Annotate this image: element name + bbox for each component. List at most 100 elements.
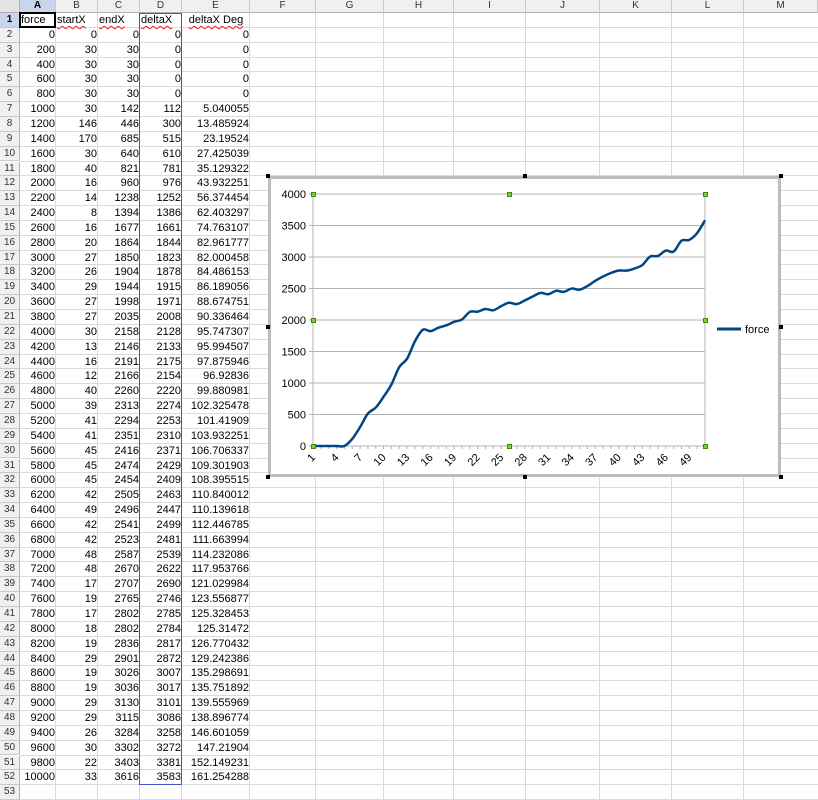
data-cell[interactable]: 3583 [140,770,182,785]
data-cell[interactable]: 6400 [20,503,56,518]
data-cell[interactable]: 30 [98,43,140,58]
row-header-8[interactable]: 8 [0,116,20,132]
data-cell[interactable]: 1844 [140,236,182,251]
row-header-34[interactable]: 34 [0,503,20,518]
plot-selection-handle[interactable] [702,443,708,449]
data-cell[interactable]: 400 [20,58,56,73]
data-cell[interactable]: 0 [140,87,182,102]
data-cell[interactable]: 126.770432 [182,637,250,652]
data-cell[interactable]: 74.763107 [182,221,250,236]
data-cell[interactable]: 19 [56,681,98,696]
row-header-45[interactable]: 45 [0,666,20,682]
data-cell[interactable]: 95.747307 [182,325,250,340]
header-cell[interactable]: force [20,13,56,28]
row-header-33[interactable]: 33 [0,488,20,504]
data-cell[interactable]: 1400 [20,132,56,147]
row-header-10[interactable]: 10 [0,146,20,162]
row-header-52[interactable]: 52 [0,770,20,786]
data-cell[interactable]: 960 [98,176,140,191]
data-cell[interactable]: 0 [182,72,250,87]
data-cell[interactable]: 147.21904 [182,741,250,756]
row-header-28[interactable]: 28 [0,413,20,429]
column-header-c[interactable]: C [98,0,140,13]
data-cell[interactable]: 2600 [20,221,56,236]
data-cell[interactable]: 30 [56,43,98,58]
plot-selection-handle[interactable] [702,317,708,323]
column-header-h[interactable]: H [384,0,454,13]
data-cell[interactable]: 27.425039 [182,147,250,162]
row-header-18[interactable]: 18 [0,265,20,281]
data-cell[interactable]: 3130 [98,696,140,711]
data-cell[interactable]: 821 [98,162,140,177]
data-cell[interactable]: 101.41909 [182,414,250,429]
data-cell[interactable]: 30 [56,87,98,102]
data-cell[interactable]: 138.896774 [182,711,250,726]
data-cell[interactable]: 1386 [140,206,182,221]
data-cell[interactable]: 1998 [98,295,140,310]
row-header-48[interactable]: 48 [0,710,20,726]
data-cell[interactable]: 2765 [98,592,140,607]
data-cell[interactable]: 142 [98,102,140,117]
data-cell[interactable]: 13.485924 [182,117,250,132]
row-header-50[interactable]: 50 [0,740,20,756]
row-header-15[interactable]: 15 [0,220,20,236]
row-header-12[interactable]: 12 [0,176,20,192]
data-cell[interactable]: 2587 [98,548,140,563]
data-cell[interactable]: 2505 [98,488,140,503]
data-cell[interactable]: 1904 [98,265,140,280]
data-cell[interactable]: 2154 [140,369,182,384]
data-cell[interactable]: 8600 [20,666,56,681]
data-cell[interactable]: 30 [56,325,98,340]
header-cell[interactable]: endX [98,13,140,28]
chart-resize-handle[interactable] [522,174,527,178]
data-cell[interactable]: 26 [56,265,98,280]
data-cell[interactable]: 3200 [20,265,56,280]
row-header-44[interactable]: 44 [0,651,20,667]
data-cell[interactable]: 3086 [140,711,182,726]
data-cell[interactable]: 3800 [20,310,56,325]
data-cell[interactable]: 2707 [98,577,140,592]
data-cell[interactable]: 1200 [20,117,56,132]
data-cell[interactable]: 16 [56,221,98,236]
column-header-g[interactable]: G [316,0,384,13]
data-cell[interactable]: 2158 [98,325,140,340]
data-cell[interactable]: 88.674751 [182,295,250,310]
data-cell[interactable]: 30 [56,147,98,162]
header-cell[interactable]: deltaX Deg [182,13,250,28]
data-cell[interactable]: 13 [56,340,98,355]
row-header-4[interactable]: 4 [0,57,20,73]
data-cell[interactable]: 146.601059 [182,726,250,741]
column-header-f[interactable]: F [250,0,316,13]
data-cell[interactable]: 19 [56,637,98,652]
column-header-d[interactable]: D [140,0,182,13]
column-header-b[interactable]: B [56,0,98,13]
data-cell[interactable]: 2539 [140,548,182,563]
data-cell[interactable]: 7600 [20,592,56,607]
data-cell[interactable]: 48 [56,548,98,563]
column-header-j[interactable]: J [526,0,600,13]
plot-selection-handle[interactable] [506,191,512,197]
data-cell[interactable]: 23.19524 [182,132,250,147]
data-cell[interactable]: 29 [56,652,98,667]
data-cell[interactable]: 3101 [140,696,182,711]
data-cell[interactable]: 5.040055 [182,102,250,117]
row-header-27[interactable]: 27 [0,399,20,414]
column-header-m[interactable]: M [744,0,818,13]
data-cell[interactable]: 110.139618 [182,503,250,518]
data-cell[interactable]: 99.880981 [182,384,250,399]
data-cell[interactable]: 106.706337 [182,444,250,459]
data-cell[interactable]: 9000 [20,696,56,711]
data-cell[interactable]: 1944 [98,280,140,295]
data-cell[interactable]: 0 [140,72,182,87]
data-cell[interactable]: 30 [98,72,140,87]
data-cell[interactable]: 2400 [20,206,56,221]
plot-selection-handle[interactable] [310,317,316,323]
data-cell[interactable]: 2802 [98,607,140,622]
column-header-e[interactable]: E [182,0,250,13]
data-cell[interactable]: 2541 [98,518,140,533]
row-header-40[interactable]: 40 [0,592,20,607]
data-cell[interactable]: 2310 [140,429,182,444]
data-cell[interactable]: 2133 [140,340,182,355]
data-cell[interactable]: 40 [56,384,98,399]
data-cell[interactable]: 146 [56,117,98,132]
